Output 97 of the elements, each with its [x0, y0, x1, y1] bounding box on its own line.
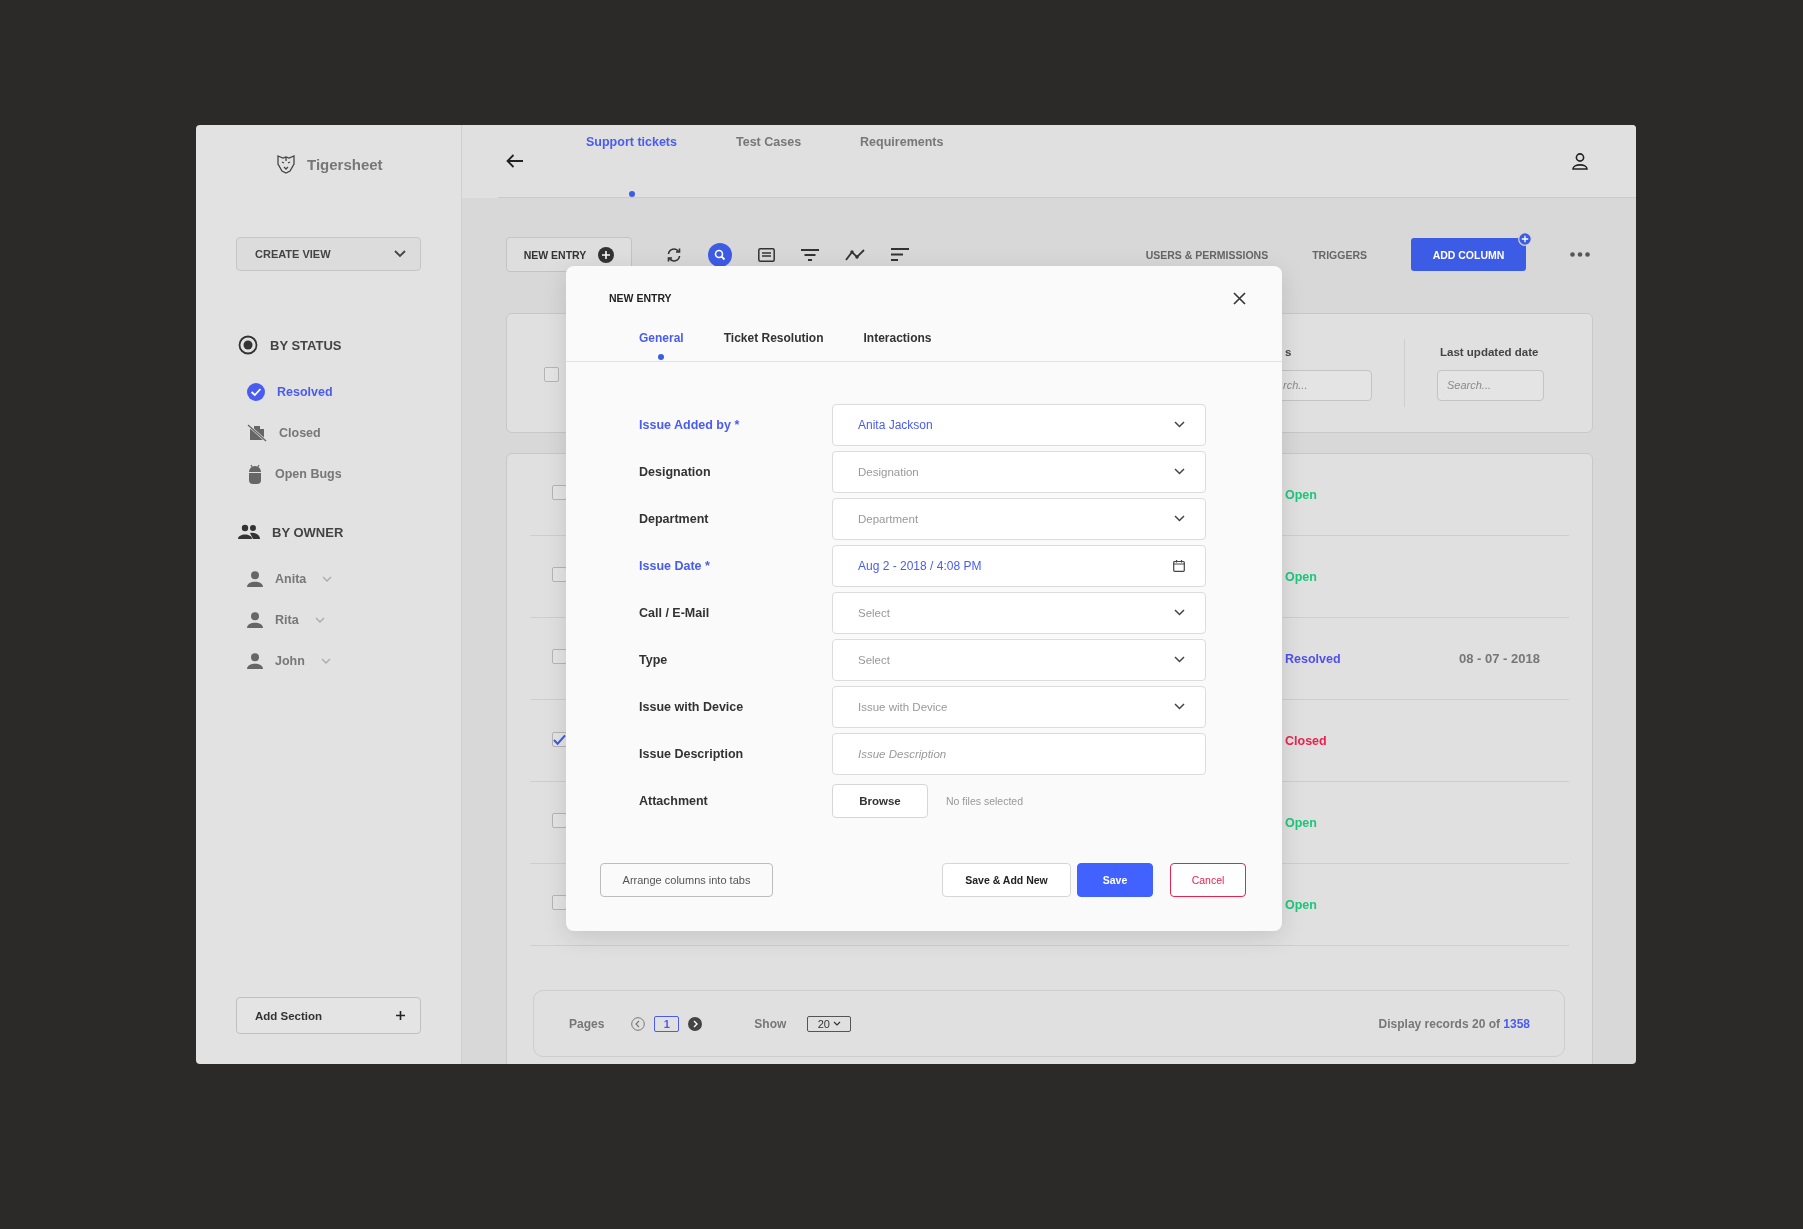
sidebar-item[interactable]: Rita [238, 599, 325, 640]
chevron-down-icon [1174, 515, 1185, 522]
create-view-dropdown[interactable]: CREATE VIEW [236, 237, 421, 271]
field-label: Department [639, 511, 710, 526]
nav-tab[interactable]: Support tickets [586, 135, 677, 197]
arrange-tabs-button[interactable]: Arrange columns into tabs [600, 863, 773, 897]
app-name: Tigersheet [307, 155, 383, 173]
field-label: Attachment [639, 793, 709, 808]
line-chart-icon[interactable] [845, 248, 865, 261]
browse-button[interactable]: Browse [832, 783, 928, 818]
person-icon [247, 611, 263, 628]
select-field[interactable]: Select [832, 591, 1206, 634]
field-label: Issue Added by * [639, 417, 741, 432]
nav-tab[interactable]: Test Cases [736, 135, 802, 197]
chevron-down-icon [1174, 609, 1185, 616]
status-label: Open [1285, 487, 1318, 502]
section-title: BY STATUS [270, 337, 342, 353]
field-label: Call / E-Mail [639, 605, 711, 620]
add-column-button[interactable]: ADD COLUMN [1411, 238, 1526, 271]
chevron-down-icon [322, 575, 333, 582]
select-field[interactable]: Issue with Device [832, 685, 1206, 728]
column-label: Last updated date [1439, 345, 1540, 358]
dialog-title: NEW ENTRY [609, 292, 672, 304]
sidebar-item[interactable]: Resolved [238, 371, 333, 412]
plus-icon [396, 1011, 405, 1020]
dialog-tab[interactable]: General [639, 331, 684, 360]
plus-circle-icon [598, 246, 615, 263]
chevron-down-icon [394, 250, 406, 258]
status-label: Open [1285, 897, 1318, 912]
add-section-button[interactable]: Add Section [236, 997, 421, 1034]
more-dots-icon[interactable] [1570, 252, 1590, 257]
chevron-down-icon [314, 616, 325, 623]
records-text: Display records 20 of 1358 [1378, 1016, 1530, 1031]
calendar-icon [1173, 559, 1185, 572]
android-icon [247, 463, 263, 484]
toolbar-link[interactable]: TRIGGERS [1312, 248, 1367, 261]
file-status: No files selected [946, 794, 1024, 807]
field-label: Issue Date * [639, 558, 711, 573]
chevron-down-icon [1174, 468, 1185, 475]
sidebar-item[interactable]: Anita [238, 558, 333, 599]
person-icon [247, 652, 263, 669]
check-circle-icon [247, 382, 265, 401]
save-button[interactable]: Save [1077, 863, 1153, 897]
status-label: Closed [1285, 733, 1328, 748]
briefcase-off-icon [247, 423, 267, 442]
chevron-down-icon [1174, 656, 1185, 663]
checkbox[interactable] [544, 366, 559, 382]
sidebar-item[interactable]: Open Bugs [238, 453, 342, 494]
dialog-tab[interactable]: Ticket Resolution [723, 331, 824, 360]
pages-label: Pages [569, 1016, 605, 1031]
status-label: Resolved [1285, 651, 1342, 666]
search-field[interactable]: Search... [1437, 369, 1544, 401]
sidebar-item[interactable]: Closed [238, 412, 321, 453]
user-icon[interactable] [1572, 152, 1588, 170]
person-icon [247, 570, 263, 587]
save-add-new-button[interactable]: Save & Add New [942, 863, 1071, 897]
refresh-icon[interactable] [666, 246, 682, 263]
search-icon[interactable] [708, 242, 732, 267]
show-label: Show [754, 1016, 787, 1031]
field-label: Issue with Device [639, 699, 745, 714]
filter-icon[interactable] [801, 248, 819, 261]
people-icon [238, 524, 260, 540]
status-label: Open [1285, 569, 1318, 584]
section-title: BY OWNER [272, 524, 344, 540]
close-icon[interactable] [1233, 291, 1246, 305]
column-label: s [1284, 345, 1293, 358]
cancel-button[interactable]: Cancel [1170, 863, 1246, 897]
back-arrow-icon[interactable] [506, 154, 524, 168]
select-field[interactable]: Department [832, 497, 1206, 540]
status-label: Open [1285, 815, 1318, 830]
new-entry-button[interactable]: NEW ENTRY [506, 237, 632, 272]
chevron-down-icon [1174, 703, 1185, 710]
field-label: Designation [639, 464, 712, 479]
page-size-select[interactable]: 20 [807, 1015, 852, 1032]
text-field[interactable]: Issue Description [832, 732, 1206, 775]
plus-badge-icon [1518, 232, 1532, 246]
card-list-icon[interactable] [758, 247, 775, 262]
radio-icon [238, 335, 258, 355]
dialog-tab[interactable]: Interactions [863, 331, 932, 360]
select-field[interactable]: Anita Jackson [832, 403, 1206, 446]
field-label: Issue Description [639, 746, 745, 761]
toolbar-link[interactable]: USERS & PERMISSIONS [1145, 248, 1269, 261]
select-field[interactable]: Designation [832, 450, 1206, 493]
sort-icon[interactable] [891, 248, 909, 261]
prev-page-icon[interactable] [631, 1016, 646, 1031]
nav-tab[interactable]: Requirements [860, 135, 944, 197]
chevron-down-icon [320, 657, 331, 664]
next-page-icon[interactable] [688, 1016, 703, 1031]
date-field[interactable]: Aug 2 - 2018 / 4:08 PM [832, 544, 1206, 587]
field-label: Type [639, 652, 669, 667]
chevron-down-icon [1174, 421, 1185, 428]
chevron-down-icon [833, 1021, 841, 1026]
current-page[interactable]: 1 [654, 1015, 680, 1032]
animal-head-icon [275, 153, 297, 175]
sidebar-item[interactable]: John [238, 640, 331, 681]
select-field[interactable]: Select [832, 638, 1206, 681]
date-cell-text: 08 - 07 - 2018 [1459, 651, 1541, 666]
